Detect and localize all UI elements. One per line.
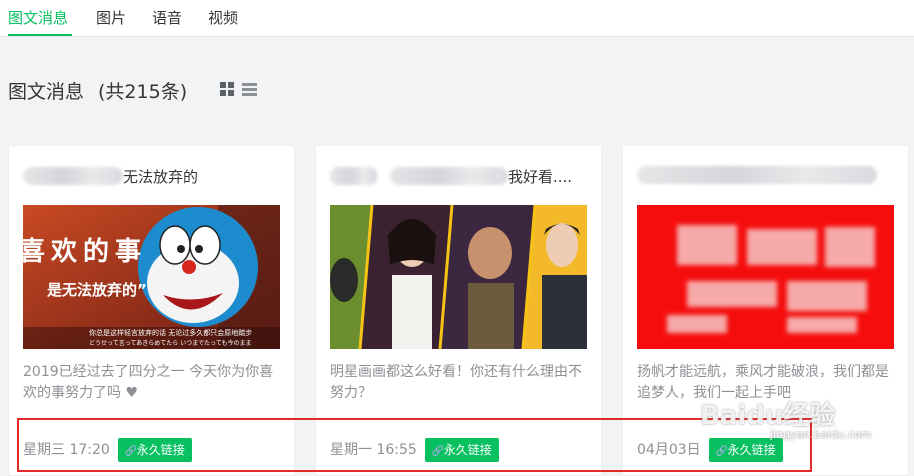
- thumb-caption-cn: 你总是这样轻言放弃的话 无论过多久都只会原地踏步: [89, 328, 252, 337]
- page-title: 图文消息 (共215条): [8, 77, 187, 104]
- page-title-text: 图文消息: [8, 81, 85, 103]
- active-tab-indicator: [8, 34, 72, 36]
- blurred-text: [330, 167, 378, 185]
- item-count: (共215条): [98, 81, 188, 103]
- card-title[interactable]: 无法放弃的: [23, 166, 198, 187]
- card-title[interactable]: 我好看....: [330, 166, 572, 187]
- card-thumbnail[interactable]: 喜欢的事 是无法放弃的” 你总是这样轻言放弃的话 无论过多久都只会原地踏步 どう…: [23, 205, 280, 349]
- tab-voice[interactable]: 语音: [152, 7, 182, 28]
- blurred-text: [637, 166, 877, 184]
- tab-video[interactable]: 视频: [208, 7, 238, 28]
- tab-bar: 图文消息 图片 语音 视频: [0, 0, 914, 37]
- thumb-headline: 喜欢的事: [23, 236, 147, 267]
- thumb-caption-jp: どうせって言ってあきらめてたら いつまでたっても今のまま: [89, 339, 252, 347]
- highlight-annotation-box: [17, 418, 812, 472]
- blurred-text: [23, 167, 123, 185]
- card-title[interactable]: [637, 166, 877, 185]
- card-thumbnail[interactable]: [637, 205, 894, 349]
- card-digest: 2019已经过去了四分之一 今天你为你喜欢的事努力了吗 ♥: [23, 364, 274, 401]
- thumb-subline: 是无法放弃的”: [46, 281, 147, 299]
- blurred-text: [390, 167, 508, 185]
- card-thumbnail[interactable]: [330, 205, 587, 349]
- list-view-icon[interactable]: [242, 82, 257, 96]
- watermark: Baidu经验 jingyan.baidu.com: [700, 401, 872, 441]
- grid-view-icon[interactable]: [220, 82, 234, 96]
- tab-articles[interactable]: 图文消息: [8, 7, 68, 28]
- card-digest: 明星画画都这么好看！你还有什么理由不努力？: [330, 364, 582, 401]
- tab-images[interactable]: 图片: [96, 7, 126, 28]
